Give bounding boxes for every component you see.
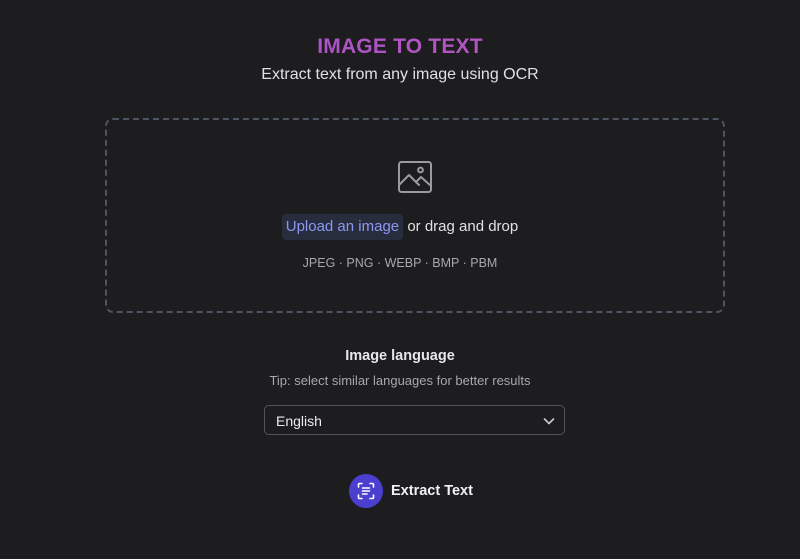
- language-select-value: English: [276, 413, 322, 429]
- language-select[interactable]: English: [264, 405, 565, 435]
- drag-drop-text: or drag and drop: [407, 218, 519, 235]
- chevron-down-icon: [543, 418, 555, 425]
- language-tip: Tip: select similar languages for better…: [269, 373, 531, 388]
- page-title: IMAGE TO TEXT: [0, 34, 800, 60]
- scan-text-icon: [357, 482, 375, 500]
- extract-text-button[interactable]: Extract Text: [349, 474, 473, 508]
- extract-icon-circle: [349, 474, 383, 508]
- extract-text-label: Extract Text: [391, 483, 473, 499]
- page-subtitle: Extract text from any image using OCR: [261, 66, 539, 83]
- page: IMAGE TO TEXT Extract text from any imag…: [0, 0, 800, 559]
- language-label: Image language: [345, 348, 455, 364]
- upload-image-link[interactable]: Upload an image: [281, 214, 404, 240]
- upload-prompt: Upload an image or drag and drop: [0, 214, 800, 240]
- supported-formats: JPEG · PNG · WEBP · BMP · PBM: [302, 256, 498, 270]
- image-icon: [398, 161, 432, 193]
